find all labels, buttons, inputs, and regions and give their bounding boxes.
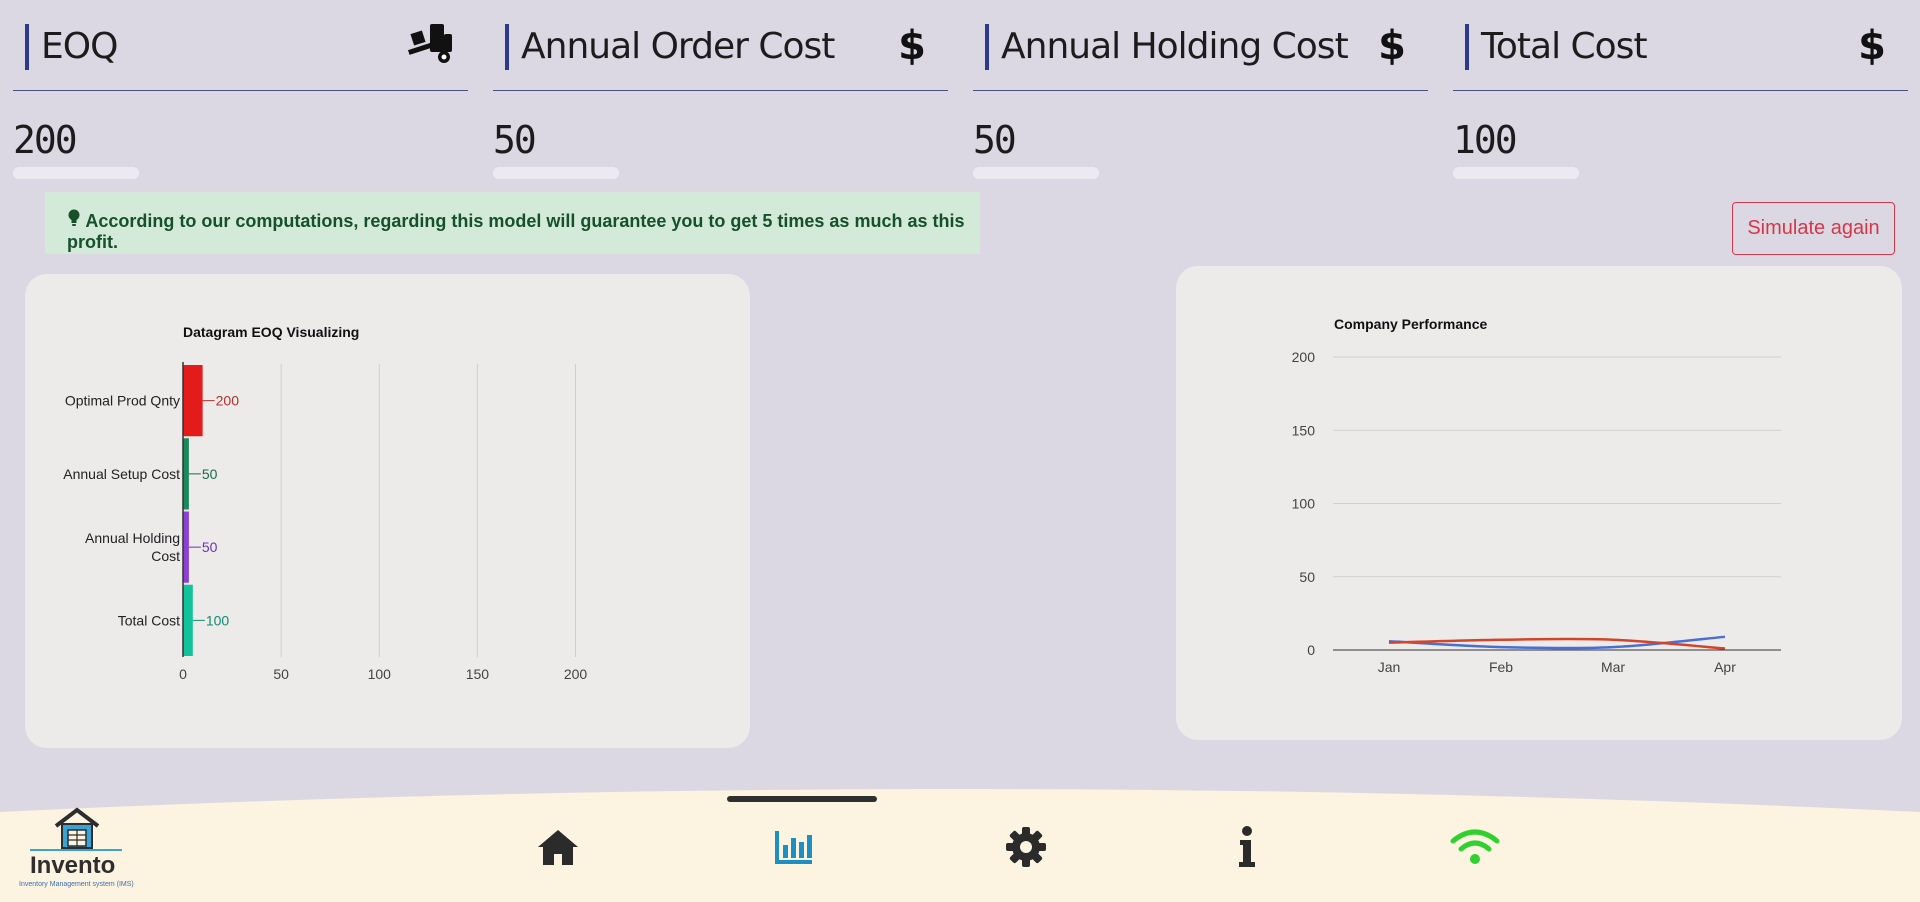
bottom-dock bbox=[0, 786, 1920, 902]
kpi-header: Annual Order Cost $ bbox=[493, 23, 948, 91]
kpi-accent-bar bbox=[1465, 24, 1469, 70]
kpi-accent-bar bbox=[985, 24, 989, 70]
y-tick-label: 200 bbox=[1292, 349, 1316, 365]
gear-icon bbox=[1006, 827, 1046, 867]
lightbulb-icon bbox=[67, 209, 81, 232]
kpi-value: 50 bbox=[493, 118, 537, 162]
kpi-skeleton bbox=[13, 167, 139, 179]
kpi-header: Annual Holding Cost $ bbox=[973, 23, 1428, 91]
eoq-bar-chart: Datagram EOQ Visualizing 0 50 100 150 200 200 O… bbox=[63, 324, 588, 682]
kpi-skeleton bbox=[973, 167, 1099, 179]
y-tick-label: 150 bbox=[1292, 422, 1316, 438]
kpi-card-annual-holding-cost: Annual Holding Cost $ 50 bbox=[973, 0, 1428, 180]
dollar-icon: $ bbox=[898, 23, 926, 69]
truck-loading-icon bbox=[408, 24, 456, 68]
bar bbox=[183, 365, 203, 437]
nav-settings[interactable] bbox=[1001, 824, 1051, 870]
invento-logo[interactable]: Invento Inventory Management system (IMS… bbox=[16, 806, 136, 896]
bar bbox=[183, 511, 189, 583]
kpi-title: Annual Order Cost bbox=[521, 26, 835, 67]
logo-tagline: Inventory Management system (IMS) bbox=[19, 881, 134, 888]
eoq-chart-card: Datagram EOQ Visualizing 0 50 100 150 200 200 O… bbox=[25, 274, 750, 748]
data-label: 100 bbox=[206, 612, 230, 628]
alert-text: According to our computations, regarding… bbox=[67, 211, 965, 252]
category-label: Annual Holding bbox=[85, 530, 180, 546]
info-icon bbox=[1239, 826, 1255, 867]
kpi-title: Annual Holding Cost bbox=[1001, 26, 1349, 67]
dollar-icon: $ bbox=[1378, 23, 1406, 69]
nav-chart[interactable] bbox=[769, 824, 819, 870]
simulate-again-button[interactable]: Simulate again bbox=[1732, 202, 1895, 255]
kpi-header: Total Cost $ bbox=[1453, 23, 1908, 91]
kpi-card-eoq: EOQ 200 bbox=[13, 0, 468, 180]
data-label: 200 bbox=[216, 393, 240, 409]
kpi-value: 100 bbox=[1453, 118, 1518, 162]
kpi-header: EOQ bbox=[13, 24, 468, 91]
kpi-title: EOQ bbox=[41, 26, 118, 67]
y-tick-label: 0 bbox=[1307, 642, 1315, 658]
chart-title: Company Performance bbox=[1334, 316, 1487, 332]
kpi-card-total-cost: Total Cost $ 100 bbox=[1453, 0, 1908, 180]
category-label: Cost bbox=[151, 548, 180, 564]
kpi-skeleton bbox=[1453, 167, 1579, 179]
bar bbox=[183, 584, 193, 656]
performance-line-chart: Company Performance 0 50 100 150 200 Jan Feb Mar… bbox=[1292, 316, 1781, 675]
x-tick-label: 200 bbox=[564, 666, 588, 682]
x-tick-label: 0 bbox=[179, 666, 187, 682]
kpi-value: 200 bbox=[13, 118, 78, 162]
category-label: Optimal Prod Qnty bbox=[65, 393, 180, 409]
x-tick-label: Jan bbox=[1378, 659, 1401, 675]
chart-title: Datagram EOQ Visualizing bbox=[183, 324, 359, 340]
kpi-row: EOQ 200 Annual Order Cost $ 50 Annual Ho… bbox=[13, 0, 1920, 180]
x-tick-label: 100 bbox=[368, 666, 392, 682]
info-alert: According to our computations, regarding… bbox=[45, 192, 980, 254]
data-label: 50 bbox=[202, 466, 218, 482]
kpi-accent-bar bbox=[25, 24, 29, 70]
warehouse-icon bbox=[30, 807, 122, 851]
y-tick-label: 100 bbox=[1292, 496, 1316, 512]
nav-wifi[interactable] bbox=[1450, 824, 1500, 870]
x-tick-label: Mar bbox=[1601, 659, 1625, 675]
x-tick-label: Feb bbox=[1489, 659, 1513, 675]
nav-home[interactable] bbox=[533, 824, 583, 870]
category-label: Total Cost bbox=[118, 612, 180, 628]
bar bbox=[183, 438, 189, 510]
logo-brand: Invento bbox=[30, 852, 116, 879]
chart-bar-icon bbox=[775, 831, 812, 864]
kpi-skeleton bbox=[493, 167, 619, 179]
performance-chart-card: Company Performance 0 50 100 150 200 Jan Feb Mar… bbox=[1176, 266, 1902, 740]
category-label: Annual Setup Cost bbox=[63, 466, 180, 482]
wifi-icon bbox=[1450, 829, 1500, 864]
x-tick-label: 50 bbox=[273, 666, 289, 682]
nav-info[interactable] bbox=[1222, 824, 1272, 870]
y-tick-label: 50 bbox=[1299, 569, 1315, 585]
x-tick-label: 150 bbox=[466, 666, 490, 682]
data-label: 50 bbox=[202, 539, 218, 555]
dock-background bbox=[0, 789, 1920, 902]
kpi-value: 50 bbox=[973, 118, 1017, 162]
home-icon bbox=[538, 830, 578, 865]
x-tick-label: Apr bbox=[1714, 659, 1736, 675]
dock-handle[interactable] bbox=[727, 796, 877, 802]
kpi-title: Total Cost bbox=[1481, 26, 1648, 67]
kpi-card-annual-order-cost: Annual Order Cost $ 50 bbox=[493, 0, 948, 180]
dollar-icon: $ bbox=[1858, 23, 1886, 69]
kpi-accent-bar bbox=[505, 24, 509, 70]
